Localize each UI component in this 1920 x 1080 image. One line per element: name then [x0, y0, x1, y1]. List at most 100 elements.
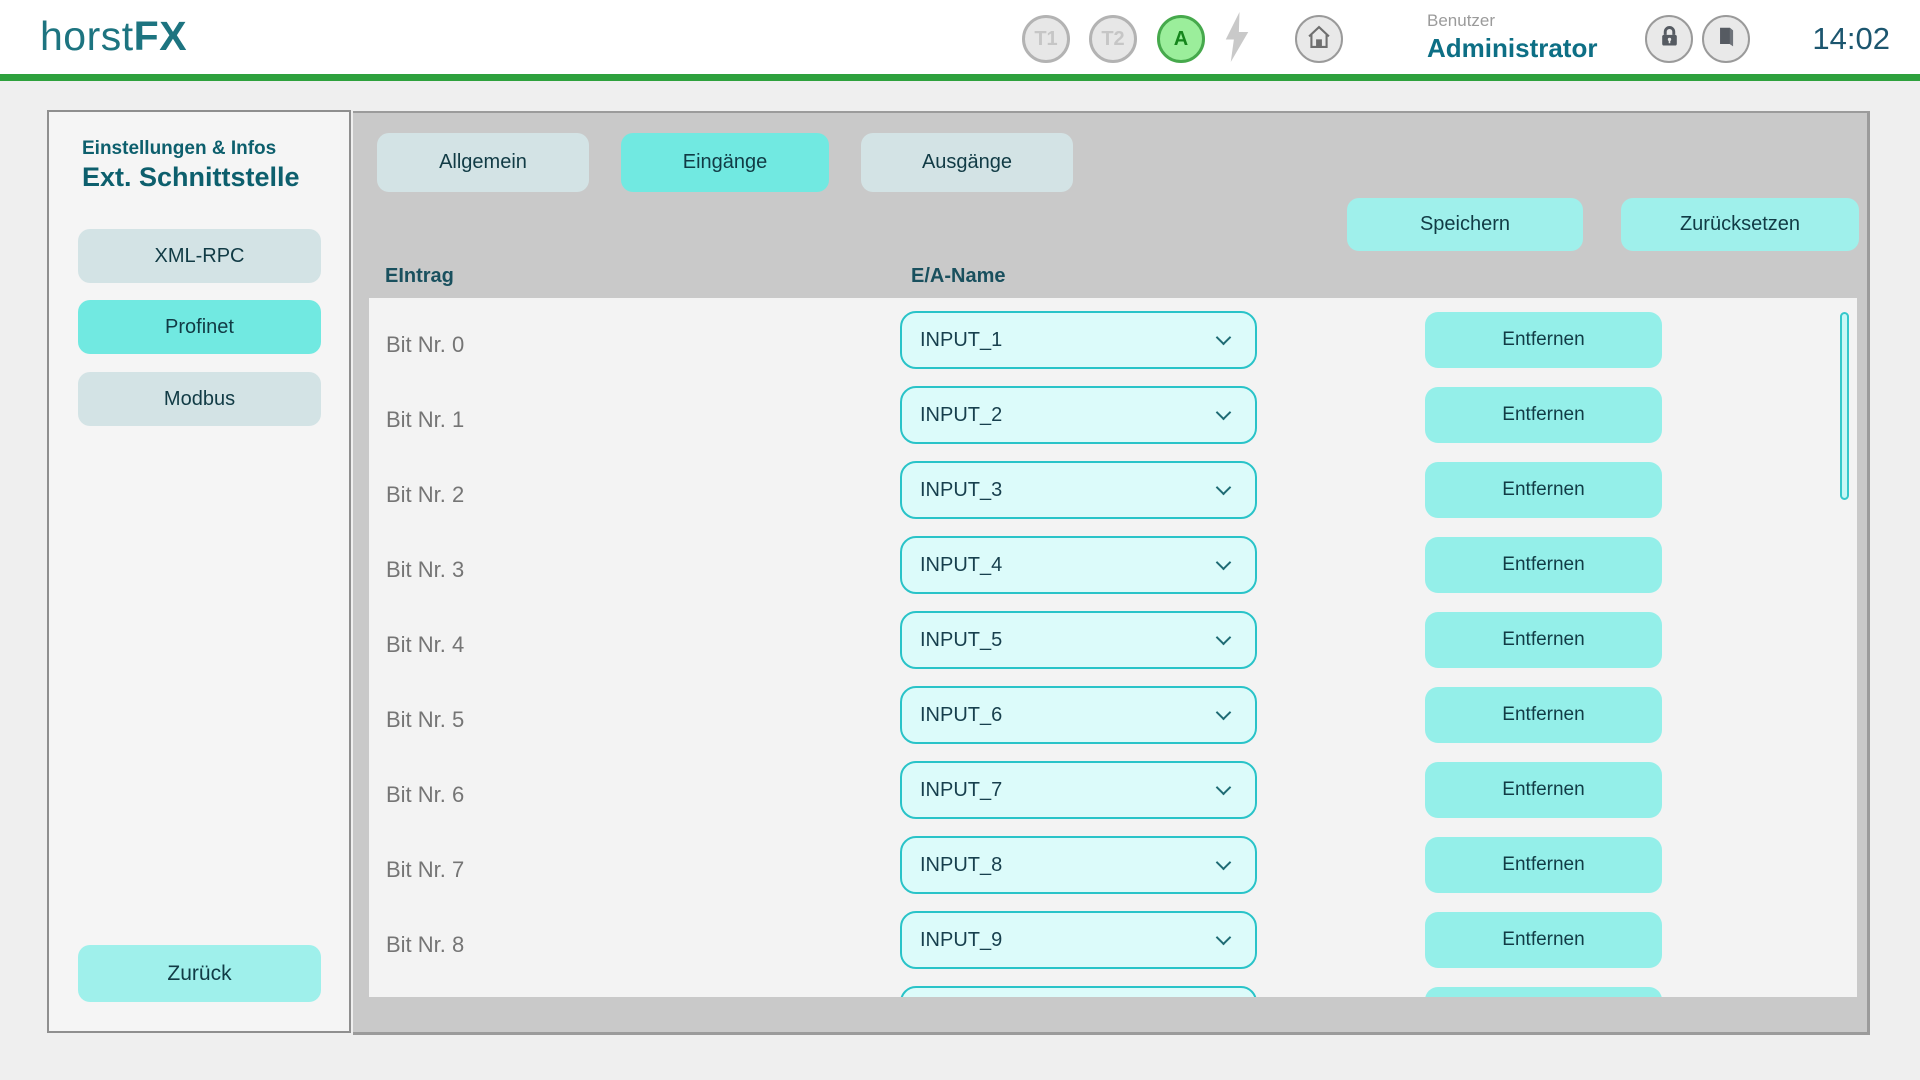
row-entry-label: Bit Nr. 4 — [386, 632, 464, 658]
mode-badge-t2-label: T2 — [1101, 28, 1124, 51]
horstfx-logo: horstFX — [40, 13, 187, 60]
io-name-select[interactable]: INPUT_7 — [900, 761, 1257, 819]
remove-button[interactable]: Entfernen — [1425, 912, 1662, 968]
row-entry-label: Bit Nr. 7 — [386, 857, 464, 883]
mode-badge-t2[interactable]: T2 — [1089, 15, 1137, 63]
tab-eingaenge-label: Eingänge — [683, 151, 768, 174]
io-mapping-table: Bit Nr. 0 INPUT_1 Entfernen Bit Nr. 1 IN… — [369, 298, 1857, 997]
table-row: Bit Nr. 5 INPUT_6 Entfernen — [369, 682, 1857, 757]
logo-suffix: FX — [134, 13, 187, 59]
io-name-value: INPUT_6 — [920, 704, 1002, 727]
book-icon — [1713, 24, 1739, 55]
io-name-value: INPUT_5 — [920, 629, 1002, 652]
reset-button[interactable]: Zurücksetzen — [1621, 198, 1859, 251]
remove-button-label: Entfernen — [1502, 329, 1584, 351]
row-entry-label: Bit Nr. 8 — [386, 932, 464, 958]
io-name-select[interactable]: INPUT_3 — [900, 461, 1257, 519]
io-name-value: INPUT_4 — [920, 554, 1002, 577]
table-row: Bit Nr. 8 INPUT_9 Entfernen — [369, 907, 1857, 982]
mode-badge-t1[interactable]: T1 — [1022, 15, 1070, 63]
reset-button-label: Zurücksetzen — [1680, 213, 1800, 236]
row-entry-label: Bit Nr. 0 — [386, 332, 464, 358]
home-icon — [1305, 23, 1333, 56]
remove-button-label: Entfernen — [1502, 854, 1584, 876]
row-entry-label: Bit Nr. 3 — [386, 557, 464, 583]
lightning-icon[interactable] — [1222, 11, 1252, 68]
sidebar-section-label: Einstellungen & Infos — [82, 138, 276, 160]
mode-badge-automatic[interactable]: A — [1157, 15, 1205, 63]
row-entry-label: Bit Nr. 5 — [386, 707, 464, 733]
table-row: Bit Nr. 7 INPUT_8 Entfernen — [369, 832, 1857, 907]
sidebar-item-modbus[interactable]: Modbus — [78, 372, 321, 426]
clock: 14:02 — [1812, 21, 1890, 57]
remove-button[interactable] — [1425, 987, 1662, 997]
sidebar-item-modbus-label: Modbus — [164, 388, 235, 411]
chevron-down-icon — [1216, 630, 1232, 646]
tab-allgemein[interactable]: Allgemein — [377, 133, 589, 192]
remove-button[interactable]: Entfernen — [1425, 687, 1662, 743]
tab-ausgaenge[interactable]: Ausgänge — [861, 133, 1073, 192]
status-green-bar — [0, 74, 1920, 81]
io-name-select[interactable]: INPUT_4 — [900, 536, 1257, 594]
remove-button-label: Entfernen — [1502, 554, 1584, 576]
sidebar-item-xml-rpc[interactable]: XML-RPC — [78, 229, 321, 283]
io-name-select[interactable]: INPUT_1 — [900, 311, 1257, 369]
io-name-select[interactable]: INPUT_2 — [900, 386, 1257, 444]
user-label: Benutzer — [1427, 11, 1597, 31]
sidebar-item-profinet[interactable]: Profinet — [78, 300, 321, 354]
sidebar-page-title: Ext. Schnittstelle — [82, 162, 300, 193]
lock-button[interactable] — [1645, 15, 1693, 63]
remove-button[interactable]: Entfernen — [1425, 312, 1662, 368]
column-header-io-name: E/A-Name — [911, 265, 1005, 288]
io-name-select[interactable] — [900, 986, 1257, 997]
table-row: Bit Nr. 0 INPUT_1 Entfernen — [369, 307, 1857, 382]
back-button-label: Zurück — [167, 962, 231, 986]
chevron-down-icon — [1216, 555, 1232, 571]
remove-button[interactable]: Entfernen — [1425, 462, 1662, 518]
remove-button[interactable]: Entfernen — [1425, 837, 1662, 893]
tab-eingaenge[interactable]: Eingänge — [621, 133, 829, 192]
row-entry-label: Bit Nr. 1 — [386, 407, 464, 433]
save-button[interactable]: Speichern — [1347, 198, 1583, 251]
tab-allgemein-label: Allgemein — [439, 151, 527, 174]
remove-button-label: Entfernen — [1502, 629, 1584, 651]
sidebar-item-profinet-label: Profinet — [165, 316, 234, 339]
io-name-select[interactable]: INPUT_8 — [900, 836, 1257, 894]
remove-button-label: Entfernen — [1502, 404, 1584, 426]
back-button[interactable]: Zurück — [78, 945, 321, 1002]
column-header-entry: EIntrag — [385, 265, 454, 288]
table-row-partial — [369, 982, 1857, 997]
settings-sidebar: Einstellungen & Infos Ext. Schnittstelle… — [47, 110, 351, 1033]
table-row: Bit Nr. 6 INPUT_7 Entfernen — [369, 757, 1857, 832]
remove-button[interactable]: Entfernen — [1425, 762, 1662, 818]
chevron-down-icon — [1216, 705, 1232, 721]
top-bar: horstFX T1 T2 A Benutzer Administrator — [0, 0, 1920, 74]
lock-icon — [1656, 23, 1683, 55]
user-name: Administrator — [1427, 33, 1597, 64]
home-button[interactable] — [1295, 15, 1343, 63]
chevron-down-icon — [1216, 855, 1232, 871]
remove-button-label: Entfernen — [1502, 704, 1584, 726]
io-name-select[interactable]: INPUT_6 — [900, 686, 1257, 744]
io-name-value: INPUT_9 — [920, 929, 1002, 952]
io-name-select[interactable]: INPUT_9 — [900, 911, 1257, 969]
remove-button[interactable]: Entfernen — [1425, 537, 1662, 593]
remove-button-label: Entfernen — [1502, 779, 1584, 801]
tab-ausgaenge-label: Ausgänge — [922, 151, 1012, 174]
chevron-down-icon — [1216, 930, 1232, 946]
remove-button[interactable]: Entfernen — [1425, 387, 1662, 443]
table-scrollbar-thumb[interactable] — [1840, 312, 1849, 500]
io-name-select[interactable]: INPUT_5 — [900, 611, 1257, 669]
logo-prefix: horst — [40, 13, 134, 59]
chevron-down-icon — [1216, 480, 1232, 496]
manual-button[interactable] — [1702, 15, 1750, 63]
mode-badge-t1-label: T1 — [1034, 28, 1057, 51]
sidebar-item-xml-rpc-label: XML-RPC — [154, 245, 244, 268]
io-name-value: INPUT_1 — [920, 329, 1002, 352]
io-name-value: INPUT_8 — [920, 854, 1002, 877]
row-entry-label: Bit Nr. 6 — [386, 782, 464, 808]
chevron-down-icon — [1216, 330, 1232, 346]
remove-button[interactable]: Entfernen — [1425, 612, 1662, 668]
main-content-panel: Allgemein Eingänge Ausgänge Speichern Zu… — [353, 111, 1870, 1035]
io-name-value: INPUT_3 — [920, 479, 1002, 502]
